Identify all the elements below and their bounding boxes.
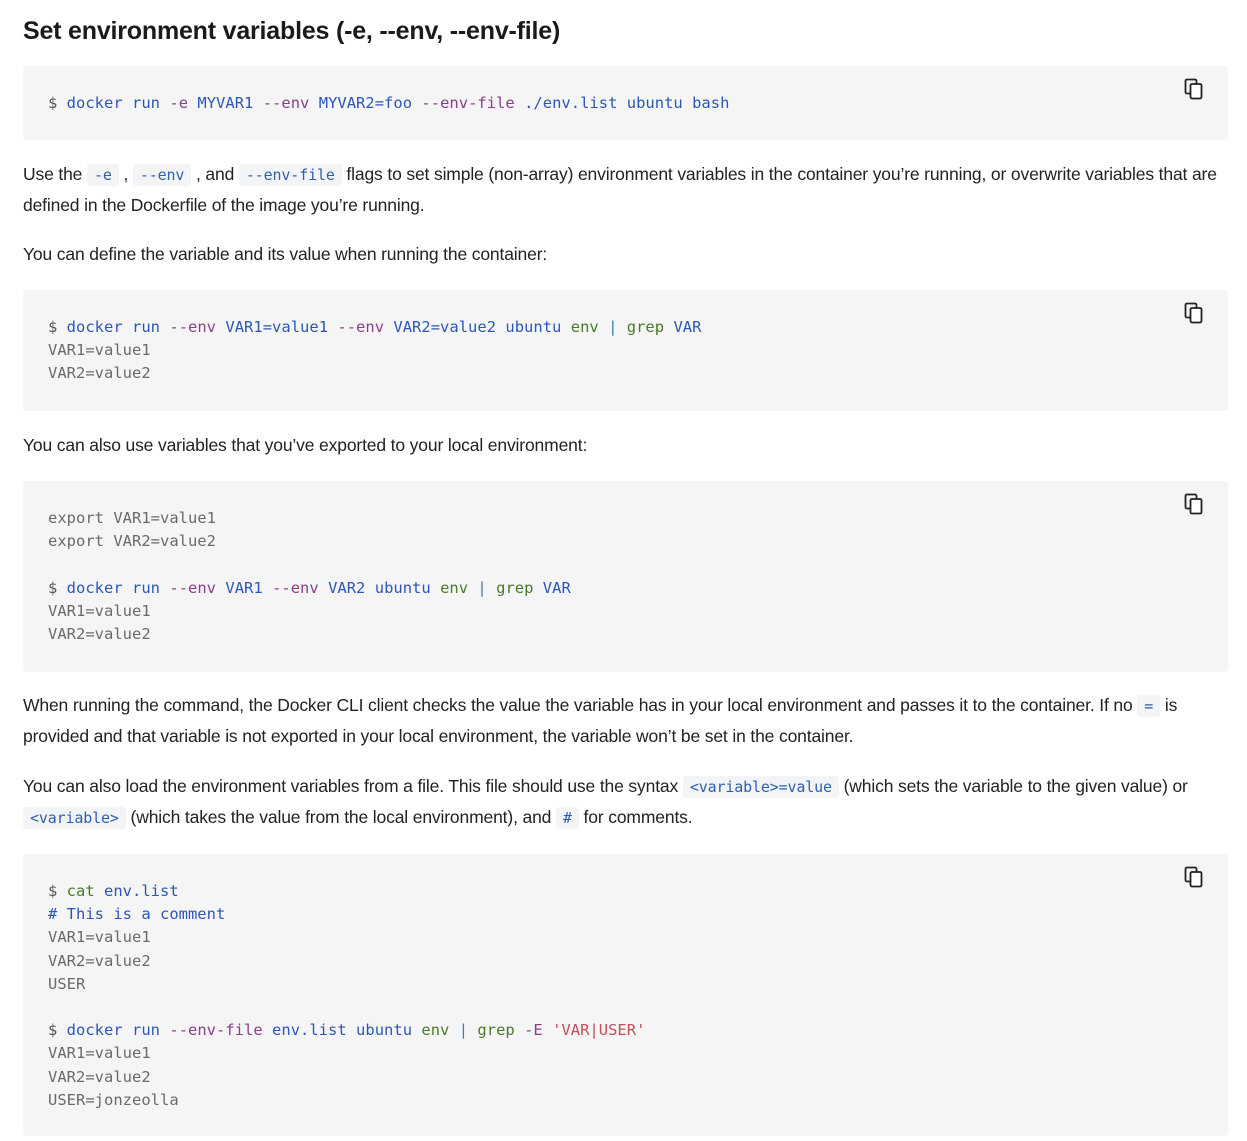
arg-bash: bash xyxy=(692,94,730,112)
arg-myvar2: MYVAR2=foo xyxy=(318,94,413,112)
cmd-docker: docker xyxy=(66,578,123,597)
paragraph-define-variable: You can define the variable and its valu… xyxy=(23,244,548,264)
arg-ubuntu: ubuntu xyxy=(505,318,562,336)
text: for comments. xyxy=(578,807,693,827)
inline-code-hash: # xyxy=(555,807,579,829)
flag-e: -e xyxy=(169,94,189,112)
arg-ubuntu: ubuntu xyxy=(374,578,431,597)
cmd-env: env xyxy=(440,578,469,597)
arg-var: VAR xyxy=(673,318,702,336)
output-line: VAR2=value2 xyxy=(48,1067,151,1086)
docs-page: Set environment variables (-e, --env, --… xyxy=(0,0,1247,1136)
inline-code-env-file: --env-file xyxy=(238,164,342,186)
output-line: VAR1=value1 xyxy=(48,601,151,620)
arg-env-list: env.list xyxy=(272,1021,347,1040)
cmd-docker: docker xyxy=(66,1021,123,1040)
copy-button[interactable] xyxy=(1182,866,1206,893)
arg-var1: VAR1=value1 xyxy=(225,318,329,336)
paragraph-env-file: You can also load the environment variab… xyxy=(23,751,1228,833)
arg-env-list: env.list xyxy=(104,882,179,900)
inline-code-variable-value: <variable>=value xyxy=(682,776,839,798)
code-block-run-env[interactable]: $ docker run -e MYVAR1 --env MYVAR2=foo … xyxy=(23,66,1228,140)
arg-env-file-path: ./env.list xyxy=(524,94,618,112)
arg-ubuntu: ubuntu xyxy=(356,1021,413,1040)
arg-var1: VAR1 xyxy=(225,578,263,597)
flag-env: --env xyxy=(169,578,217,597)
flag-env: --env xyxy=(169,318,217,336)
flag-env-file: --env-file xyxy=(169,1021,263,1040)
copy-icon xyxy=(1184,78,1204,105)
inline-code-e: -e xyxy=(86,164,119,186)
arg-var2: VAR2 xyxy=(328,578,366,597)
flag-env-file: --env-file xyxy=(421,94,515,112)
arg-pattern: 'VAR|USER' xyxy=(552,1021,646,1040)
cmd-run: run xyxy=(132,578,161,597)
flag-env: --env xyxy=(272,578,319,597)
export-line: export VAR1=value1 xyxy=(48,509,216,527)
cmd-env: env xyxy=(570,318,599,336)
text: You can also load the environment variab… xyxy=(23,776,683,796)
cmd-cat: cat xyxy=(66,882,95,900)
arg-var: VAR xyxy=(542,578,571,597)
comment-line: # This is a comment xyxy=(48,905,226,924)
output-line: VAR2=value2 xyxy=(48,625,151,644)
section-title: Set environment variables (-e, --env, --… xyxy=(23,17,561,45)
cmd-grep: grep xyxy=(477,1021,515,1040)
cmd-grep: grep xyxy=(496,578,534,597)
cmd-docker: docker xyxy=(66,94,123,112)
arg-myvar1: MYVAR1 xyxy=(197,94,254,112)
output-line: VAR1=value1 xyxy=(48,928,151,947)
output-line: VAR2=value2 xyxy=(48,364,151,383)
pipe: | xyxy=(458,1021,469,1040)
arg-var2: VAR2=value2 xyxy=(393,318,497,336)
flag-E: -E xyxy=(524,1021,543,1040)
text: When running the command, the Docker CLI… xyxy=(23,695,1138,715)
prompt: $ xyxy=(48,318,67,336)
output-line: VAR1=value1 xyxy=(48,1044,151,1063)
output-line: VAR1=value1 xyxy=(48,341,151,360)
pipe: | xyxy=(608,318,618,336)
copy-icon xyxy=(1184,302,1204,329)
copy-button[interactable] xyxy=(1182,302,1206,329)
text: (which takes the value from the local en… xyxy=(125,807,556,827)
arg-ubuntu: ubuntu xyxy=(626,94,683,112)
prompt: $ xyxy=(48,882,67,900)
cmd-run: run xyxy=(132,94,161,112)
text: , and xyxy=(191,164,239,184)
copy-button[interactable] xyxy=(1182,78,1206,105)
copy-icon xyxy=(1184,493,1204,520)
cmd-run: run xyxy=(132,1021,161,1040)
export-line: export VAR2=value2 xyxy=(48,532,216,551)
cmd-env: env xyxy=(421,1021,450,1040)
text: (which sets the variable to the given va… xyxy=(838,776,1188,796)
code-block-env-values[interactable]: $ docker run --env VAR1=value1 --env VAR… xyxy=(23,290,1228,411)
inline-code-variable: <variable> xyxy=(23,807,126,829)
prompt: $ xyxy=(48,1021,67,1040)
cmd-run: run xyxy=(132,318,161,336)
inline-code-env: --env xyxy=(132,164,192,186)
cmd-grep: grep xyxy=(626,318,665,336)
prompt: $ xyxy=(48,94,67,112)
text: , xyxy=(118,164,133,184)
copy-button[interactable] xyxy=(1182,493,1206,520)
paragraph-cli-behavior: When running the command, the Docker CLI… xyxy=(23,672,1228,751)
copy-icon xyxy=(1184,866,1204,893)
code-block-env-file[interactable]: $ cat env.list # This is a comment VAR1=… xyxy=(23,854,1228,1136)
code-block-exported-env[interactable]: export VAR1=value1 export VAR2=value2 $ … xyxy=(23,481,1228,672)
prompt: $ xyxy=(48,578,67,597)
paragraph-flags-intro: Use the -e , --env , and --env-file flag… xyxy=(23,140,1228,220)
output-line: VAR2=value2 xyxy=(48,951,151,970)
output-line: USER=jonzeolla xyxy=(48,1090,179,1109)
flag-env: --env xyxy=(262,94,310,112)
inline-code-equals: = xyxy=(1137,695,1161,717)
output-line: USER xyxy=(48,974,86,993)
paragraph-exported-variables: You can also use variables that you’ve e… xyxy=(23,435,588,455)
flag-env: --env xyxy=(337,318,385,336)
pipe: | xyxy=(477,578,487,597)
text: Use the xyxy=(23,164,87,184)
cmd-docker: docker xyxy=(66,318,123,336)
